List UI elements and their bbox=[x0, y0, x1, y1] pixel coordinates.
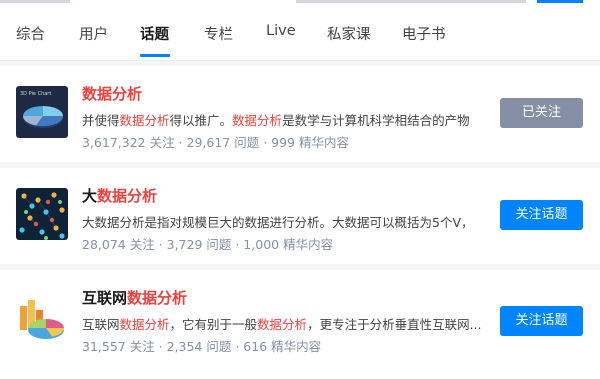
desc-text: 得以推广。 bbox=[169, 113, 233, 128]
tab-topics[interactable]: 话题 bbox=[140, 23, 169, 44]
topic-stats: 31,557 关注 · 2,354 问题 · 616 精华内容 bbox=[82, 339, 322, 354]
desc-text: 并使得 bbox=[82, 113, 120, 128]
top-strip-button-edge bbox=[537, 0, 583, 3]
desc-text: 互联网 bbox=[82, 317, 120, 332]
follow-topic-button[interactable]: 关注话题 bbox=[500, 200, 583, 230]
chart-3d-icon[interactable] bbox=[16, 292, 68, 344]
topic-title[interactable]: 互联网数据分析 bbox=[82, 287, 187, 308]
topic-title[interactable]: 大数据分析 bbox=[82, 185, 157, 206]
topic-description: 并使得数据分析得以推广。数据分析是数学与计算机科学相结合的产物 bbox=[82, 110, 482, 129]
topic-title[interactable]: 数据分析 bbox=[82, 83, 142, 104]
desc-highlight: 数据分析 bbox=[119, 113, 170, 128]
tab-private-courses[interactable]: 私家课 bbox=[327, 23, 371, 44]
tab-ebooks[interactable]: 电子书 bbox=[402, 23, 446, 44]
active-tab-indicator bbox=[140, 54, 170, 57]
followed-button[interactable]: 已关注 bbox=[500, 98, 583, 128]
topic-title-highlight: 数据分析 bbox=[127, 289, 188, 307]
network-icon[interactable] bbox=[16, 188, 68, 240]
topic-stats: 28,074 关注 · 3,729 问题 · 1,000 精华内容 bbox=[82, 237, 334, 252]
tab-live[interactable]: Live bbox=[266, 23, 296, 39]
topic-title-highlight: 数据分析 bbox=[97, 187, 158, 205]
follow-topic-button[interactable]: 关注话题 bbox=[500, 306, 583, 336]
top-strip-segment bbox=[0, 0, 70, 3]
desc-text: ，更专注于分析垂直性互联网... bbox=[307, 317, 482, 332]
topic-stats: 3,617,322 关注 · 29,617 问题 · 999 精华内容 bbox=[82, 135, 349, 150]
thumb-caption: 3D Pie Chart bbox=[20, 91, 51, 97]
desc-highlight: 数据分析 bbox=[257, 317, 308, 332]
pie-chart-icon[interactable]: 3D Pie Chart bbox=[16, 86, 68, 138]
topic-title-highlight: 数据分析 bbox=[82, 85, 143, 103]
top-strip-segment bbox=[296, 0, 526, 3]
tab-all[interactable]: 综合 bbox=[16, 23, 45, 44]
topic-description: 互联网数据分析，它有别于一般数据分析，更专注于分析垂直性互联网... bbox=[82, 314, 482, 333]
desc-text: 大数据分析是指对规模巨大的数据进行分析。大数据可以概括为5个V， bbox=[82, 215, 474, 230]
desc-highlight: 数据分析 bbox=[232, 113, 283, 128]
desc-text: ，它有别于一般 bbox=[169, 317, 258, 332]
topic-title-text: 大 bbox=[82, 187, 98, 205]
topic-title-text: 互联网 bbox=[82, 289, 128, 307]
tab-users[interactable]: 用户 bbox=[79, 23, 108, 44]
topic-result-card: 3D Pie Chart 数据分析 并使得数据分析得以推广。数据分析是数学与计算… bbox=[0, 66, 600, 162]
search-tabs: 综合 用户 话题 专栏 Live 私家课 电子书 bbox=[0, 6, 600, 61]
topic-description: 大数据分析是指对规模巨大的数据进行分析。大数据可以概括为5个V， bbox=[82, 212, 482, 231]
desc-text: 是数学与计算机科学相结合的产物 bbox=[282, 113, 470, 128]
topic-result-card: 互联网数据分析 互联网数据分析，它有别于一般数据分析，更专注于分析垂直性互联网.… bbox=[0, 270, 600, 379]
topic-result-card: 大数据分析 大数据分析是指对规模巨大的数据进行分析。大数据可以概括为5个V， 2… bbox=[0, 168, 600, 264]
tab-columns[interactable]: 专栏 bbox=[204, 23, 233, 44]
desc-highlight: 数据分析 bbox=[119, 317, 170, 332]
